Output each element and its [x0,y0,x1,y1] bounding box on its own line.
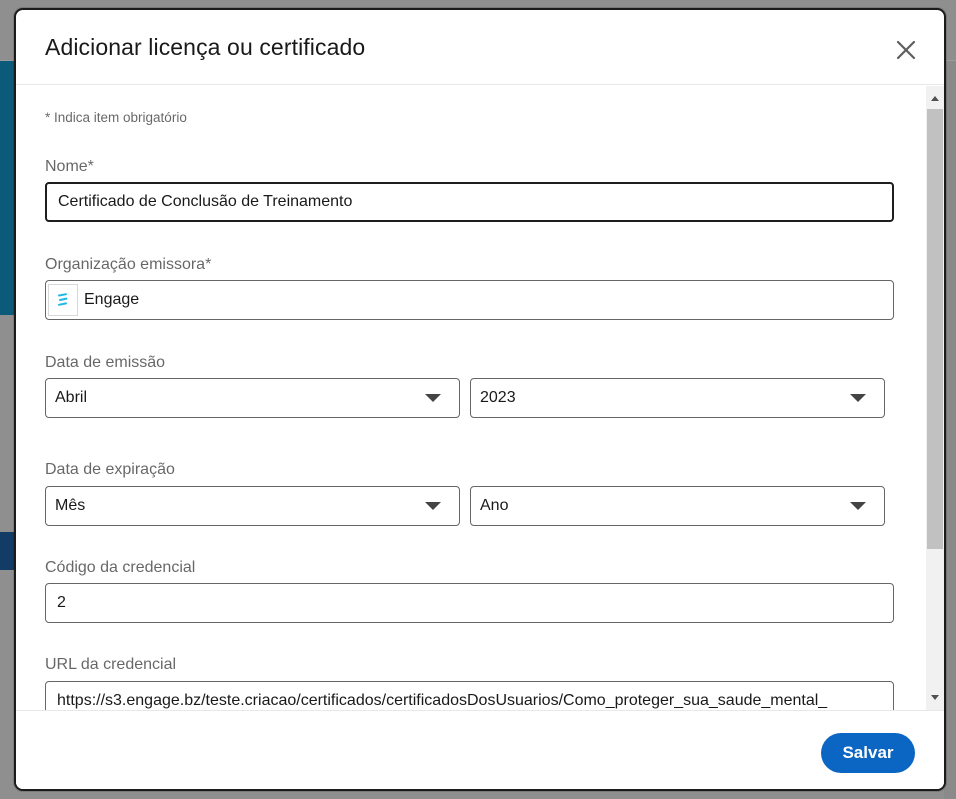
credential-url-value: https://s3.engage.bz/teste.criacao/certi… [57,692,828,709]
name-input[interactable]: Certificado de Conclusão de Treinamento [45,182,894,222]
dialog-title: Adicionar licença ou certificado [45,34,366,60]
name-input-value: Certificado de Conclusão de Treinamento [58,193,353,210]
credential-id-label: Código da credencial [45,559,196,576]
issue-month-value: Abril [55,389,88,406]
chevron-down-icon [850,394,866,402]
background-banner [0,60,14,315]
close-icon [896,40,916,60]
issue-date-label: Data de emissão [45,354,166,371]
expiration-year-value: Ano [480,497,509,514]
name-label: Nome* [45,158,94,175]
organization-label: Organização emissora* [45,256,212,273]
issue-year-select[interactable]: 2023 [470,378,885,418]
credential-url-input[interactable]: https://s3.engage.bz/teste.criacao/certi… [45,681,894,710]
credential-id-input[interactable]: 2 [45,583,894,623]
chevron-down-icon [425,502,441,510]
expiration-month-value: Mês [55,497,86,514]
save-button[interactable]: Salvar [821,733,915,773]
chevron-down-icon [425,394,441,402]
close-button[interactable] [888,32,924,68]
background-button [0,532,14,570]
credential-id-value: 2 [57,594,66,611]
required-note: * Indica item obrigatório [45,110,187,125]
add-license-dialog: Adicionar licença ou certificado * Indic… [14,8,946,791]
credential-url-label: URL da credencial [45,656,177,673]
scroll-down-icon[interactable] [931,695,939,700]
issue-month-select[interactable]: Abril [45,378,460,418]
dialog-scrollbar[interactable] [926,86,944,710]
issue-year-value: 2023 [480,389,516,406]
dialog-body[interactable]: * Indica item obrigatório Nome* Certific… [16,86,944,710]
dialog-header: Adicionar licença ou certificado [16,10,944,85]
scroll-up-icon[interactable] [931,96,939,101]
organization-input[interactable]: Engage [45,280,894,320]
organization-input-value: Engage [84,291,140,308]
expiration-date-label: Data de expiração [45,461,175,478]
dialog-footer: Salvar [16,710,944,789]
expiration-month-select[interactable]: Mês [45,486,460,526]
engage-logo-icon [48,284,78,316]
expiration-year-select[interactable]: Ano [470,486,885,526]
scroll-thumb[interactable] [927,109,943,549]
chevron-down-icon [850,502,866,510]
